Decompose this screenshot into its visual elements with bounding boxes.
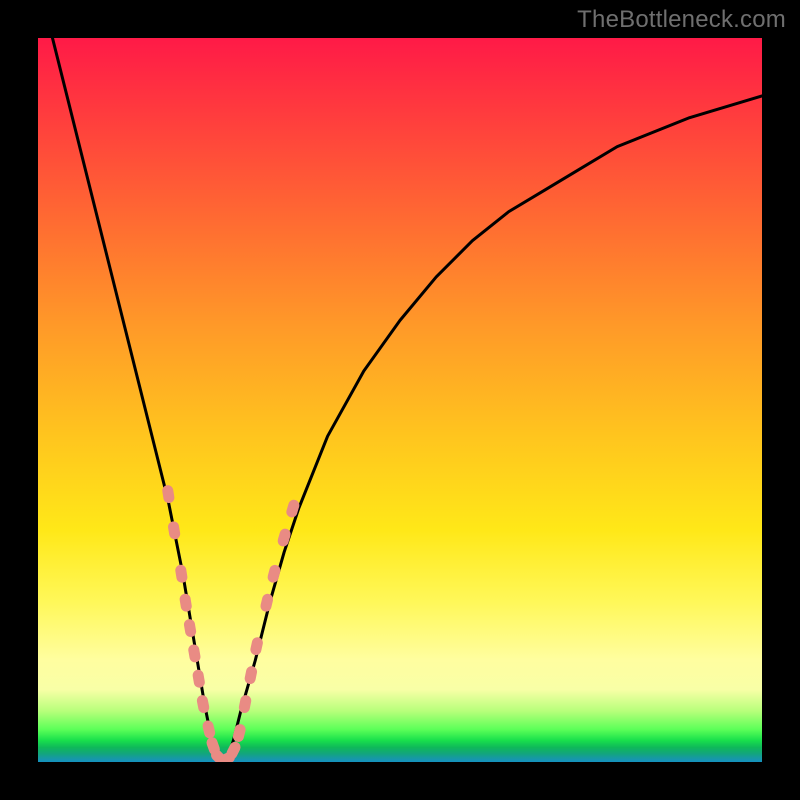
curve-marker [174, 564, 188, 584]
bottleneck-curve [52, 38, 762, 762]
curve-marker [187, 644, 201, 664]
curve-marker [276, 527, 292, 547]
curve-marker [201, 719, 216, 739]
curve-marker [161, 484, 175, 504]
curve-marker [285, 498, 301, 518]
curve-marker [183, 618, 197, 638]
plot-area [38, 38, 762, 762]
bottleneck-curve-path [52, 38, 762, 762]
curve-marker [244, 665, 258, 685]
curve-marker [196, 694, 210, 714]
curve-marker [192, 669, 206, 689]
marker-group [161, 484, 300, 762]
watermark-text: TheBottleneck.com [577, 6, 786, 34]
curve-svg [38, 38, 762, 762]
chart-frame: TheBottleneck.com [0, 0, 800, 800]
curve-marker [179, 593, 193, 613]
curve-marker [167, 521, 181, 541]
